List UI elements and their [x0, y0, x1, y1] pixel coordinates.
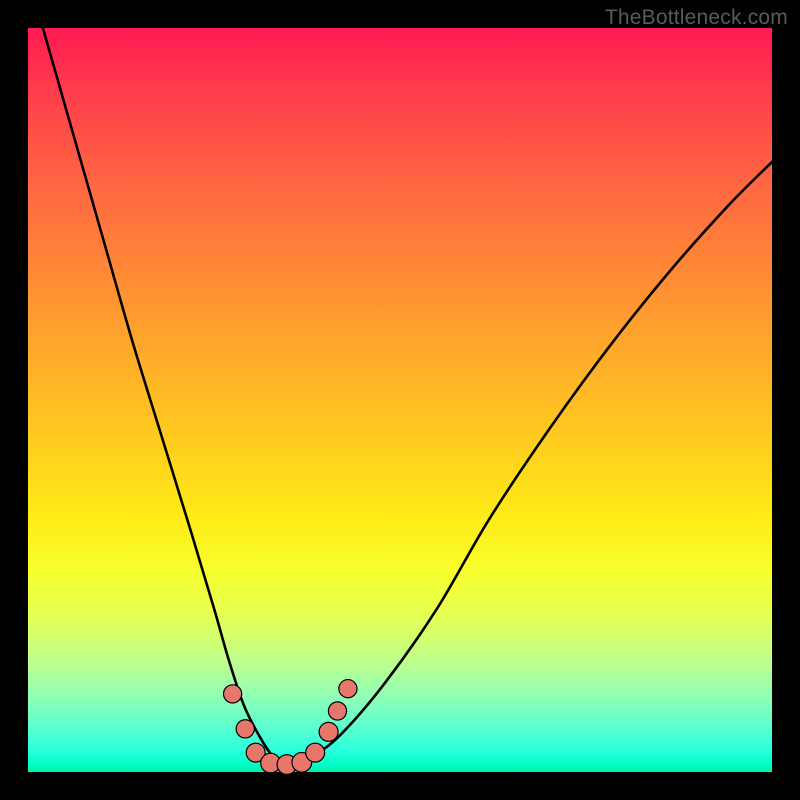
data-marker — [328, 702, 346, 720]
data-marker — [319, 722, 338, 741]
plot-area — [28, 28, 772, 772]
data-marker — [306, 743, 325, 762]
bottleneck-curve — [43, 28, 772, 765]
curve-markers — [224, 680, 358, 775]
data-marker — [339, 680, 357, 698]
data-marker — [224, 685, 242, 703]
chart-frame: TheBottleneck.com — [0, 0, 800, 800]
data-marker — [236, 720, 254, 738]
watermark-text: TheBottleneck.com — [605, 6, 788, 30]
curve-layer — [28, 28, 772, 772]
